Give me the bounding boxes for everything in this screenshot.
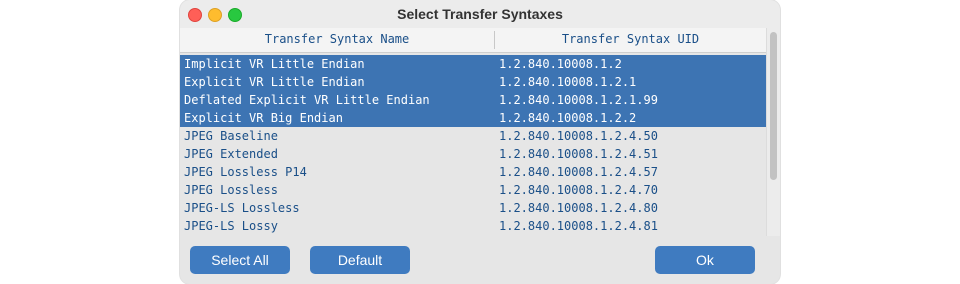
transfer-syntax-name: Implicit VR Little Endian: [184, 57, 365, 71]
transfer-syntax-uid: 1.2.840.10008.1.2.4.51: [499, 147, 658, 161]
select-all-button[interactable]: Select All: [190, 246, 290, 274]
window-title: Select Transfer Syntaxes: [397, 6, 563, 22]
transfer-syntax-name: JPEG Baseline: [184, 129, 278, 143]
scrollbar-thumb[interactable]: [770, 32, 777, 180]
table-row[interactable]: Implicit VR Little Endian 1.2.840.10008.1…: [180, 55, 766, 73]
table-row[interactable]: JPEG-LS Lossless 1.2.840.10008.1.2.4.80: [180, 199, 766, 217]
table-row[interactable]: JPEG-LS Lossy 1.2.840.10008.1.2.4.81: [180, 217, 766, 235]
table-row[interactable]: Explicit VR Big Endian 1.2.840.10008.1.2.…: [180, 109, 766, 127]
transfer-syntax-uid: 1.2.840.10008.1.2.2: [499, 111, 637, 125]
table-row[interactable]: Deflated Explicit VR Little Endian 1.2.84…: [180, 91, 766, 109]
default-button[interactable]: Default: [310, 246, 410, 274]
transfer-syntax-uid: 1.2.840.10008.1.2.4.57: [499, 165, 658, 179]
transfer-syntax-name: Explicit VR Big Endian: [184, 111, 343, 125]
transfer-syntax-uid: 1.2.840.10008.1.2.4.70: [499, 183, 658, 197]
transfer-syntax-uid: 1.2.840.10008.1.2.1: [499, 75, 637, 89]
transfer-syntax-name: Deflated Explicit VR Little Endian: [184, 93, 430, 107]
vertical-scrollbar[interactable]: [766, 28, 780, 236]
table-row[interactable]: JPEG Lossless 1.2.840.10008.1.2.4.70: [180, 181, 766, 199]
column-header-name[interactable]: Transfer Syntax Name: [180, 32, 494, 46]
transfer-syntax-table: Transfer Syntax Name Transfer Syntax UID…: [180, 28, 766, 236]
transfer-syntax-uid: 1.2.840.10008.1.2.4.50: [499, 129, 658, 143]
transfer-syntax-name: JPEG-LS Lossy: [184, 219, 278, 233]
table-row[interactable]: JPEG Lossless P14 1.2.840.10008.1.2.4.57: [180, 163, 766, 181]
ok-button[interactable]: Ok: [655, 246, 755, 274]
select-transfer-syntaxes-dialog: Select Transfer Syntaxes Transfer Syntax…: [180, 0, 780, 284]
table-header: Transfer Syntax Name Transfer Syntax UID: [180, 28, 766, 53]
table-row[interactable]: JPEG Baseline 1.2.840.10008.1.2.4.50: [180, 127, 766, 145]
transfer-syntax-uid: 1.2.840.10008.1.2.4.81: [499, 219, 658, 233]
transfer-syntax-uid: 1.2.840.10008.1.2.4.80: [499, 201, 658, 215]
transfer-syntax-uid: 1.2.840.10008.1.2.1.99: [499, 93, 658, 107]
column-header-uid[interactable]: Transfer Syntax UID: [495, 32, 766, 46]
transfer-syntax-name: JPEG Extended: [184, 147, 278, 161]
transfer-syntax-name: Explicit VR Little Endian: [184, 75, 365, 89]
transfer-syntax-name: JPEG Lossless: [184, 183, 278, 197]
transfer-syntax-name: JPEG Lossless P14: [184, 165, 307, 179]
transfer-syntax-uid: 1.2.840.10008.1.2: [499, 57, 622, 71]
table-row[interactable]: JPEG Extended 1.2.840.10008.1.2.4.51: [180, 145, 766, 163]
title-bar: Select Transfer Syntaxes: [180, 0, 780, 29]
table-body: Implicit VR Little Endian 1.2.840.10008.1…: [180, 55, 766, 235]
table-row[interactable]: Explicit VR Little Endian 1.2.840.10008.1…: [180, 73, 766, 91]
transfer-syntax-name: JPEG-LS Lossless: [184, 201, 300, 215]
